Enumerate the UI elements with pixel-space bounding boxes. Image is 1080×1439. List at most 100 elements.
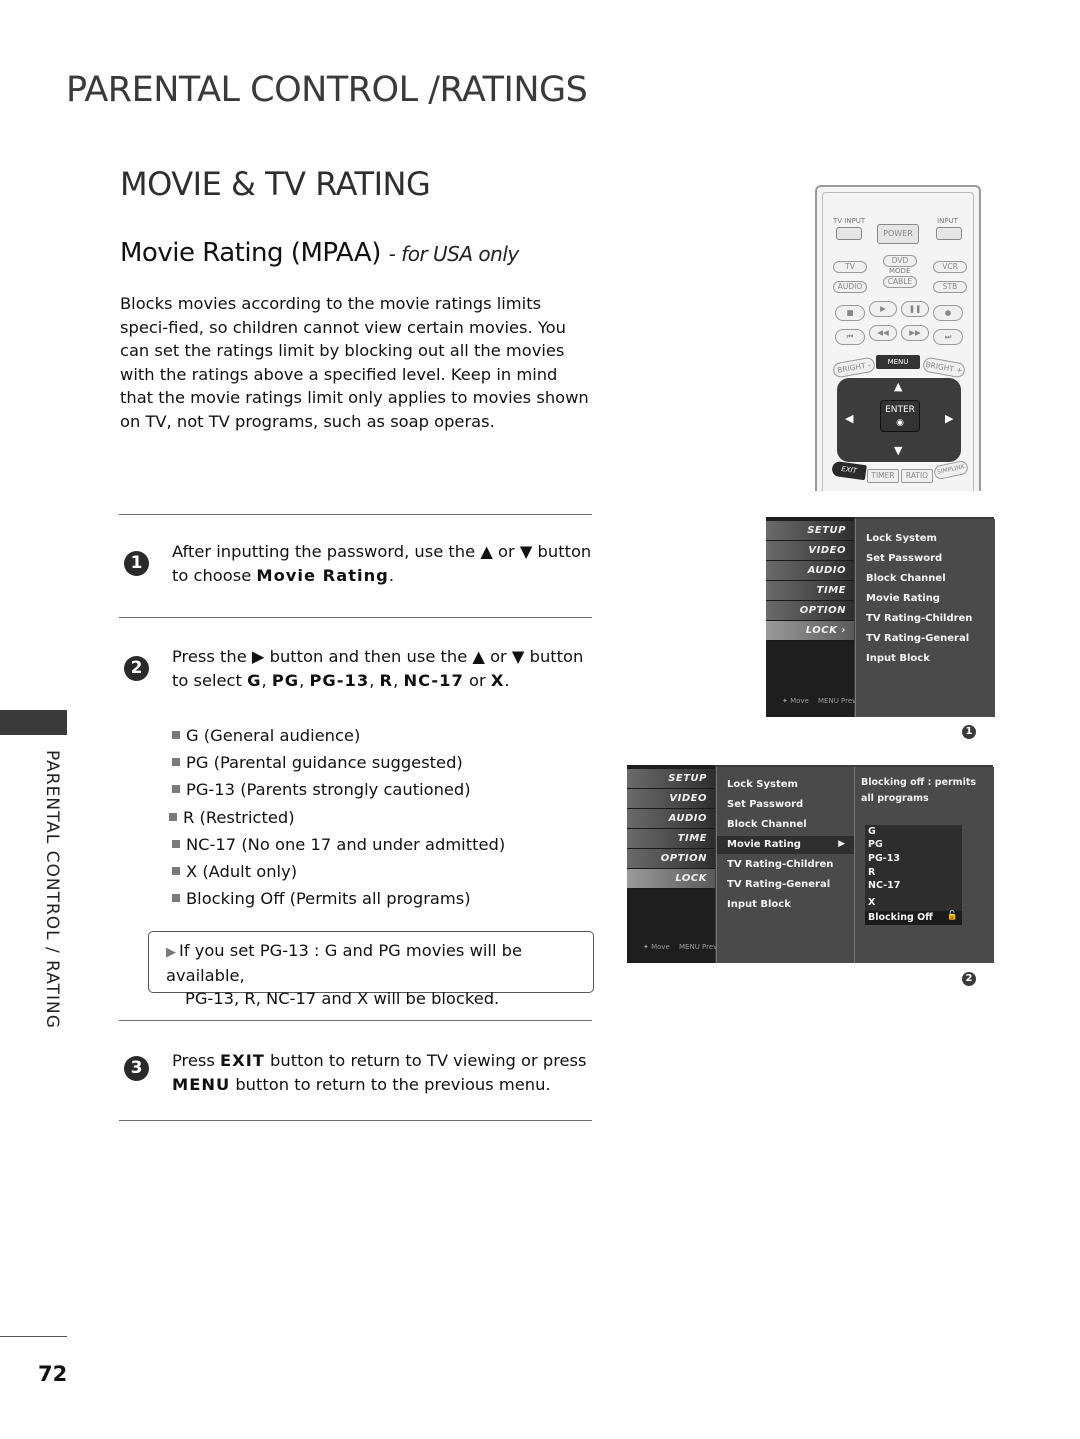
category-video[interactable]: VIDEO bbox=[766, 541, 854, 561]
category-audio[interactable]: AUDIO bbox=[627, 809, 715, 829]
dvd-mode-button[interactable]: DVD bbox=[883, 255, 917, 267]
rating-option-g[interactable]: G bbox=[868, 826, 876, 837]
rating-term: NC-17 bbox=[403, 670, 464, 690]
tv-input-button[interactable] bbox=[836, 227, 862, 240]
menu-item-lock-system[interactable]: Lock System bbox=[727, 779, 798, 790]
category-setup[interactable]: SETUP bbox=[766, 521, 854, 541]
menu-item-set-password[interactable]: Set Password bbox=[727, 799, 803, 810]
right-arrow-icon[interactable]: ▶ bbox=[945, 412, 953, 425]
down-arrow-icon[interactable]: ▼ bbox=[894, 444, 902, 457]
bullet-icon bbox=[172, 894, 180, 903]
exit-term: EXIT bbox=[220, 1051, 265, 1070]
play-arrow-icon: ▶ bbox=[166, 945, 176, 960]
step-3-badge: 3 bbox=[124, 1056, 149, 1081]
rating-option-blocking-off-selected[interactable]: Blocking Off 🔓 bbox=[865, 911, 962, 925]
menu-item-tv-rating-children[interactable]: TV Rating-Children bbox=[866, 613, 972, 624]
ratio-button[interactable]: RATIO bbox=[901, 469, 933, 483]
rating-option-r[interactable]: R bbox=[868, 867, 875, 878]
note-box: ▶ If you set PG-13 : G and PG movies will… bbox=[148, 931, 594, 1008]
stb-mode-button[interactable]: STB bbox=[933, 281, 967, 293]
step-1-badge: 1 bbox=[124, 551, 149, 576]
bullet-icon bbox=[172, 758, 180, 767]
audio-mode-button[interactable]: AUDIO bbox=[833, 281, 867, 293]
menu-button[interactable]: MENU bbox=[876, 355, 920, 369]
fast-forward-button[interactable]: ▶▶ bbox=[901, 325, 929, 341]
osd-category-panel: SETUP VIDEO AUDIO TIME OPTION LOCK ✦ Mov… bbox=[627, 765, 717, 963]
osd-lock-menu: Lock System Set Password Block Channel M… bbox=[855, 519, 995, 717]
menu-item-movie-rating-selected[interactable]: Movie Rating ▶ bbox=[717, 836, 855, 854]
tv-mode-button[interactable]: TV bbox=[833, 261, 867, 273]
category-setup[interactable]: SETUP bbox=[627, 769, 715, 789]
text: Press bbox=[172, 1051, 221, 1070]
rating-option-nc17[interactable]: NC-17 bbox=[868, 880, 900, 891]
note-line-1: ▶ If you set PG-13 : G and PG movies will… bbox=[166, 939, 591, 987]
menu-item-movie-rating[interactable]: Movie Rating bbox=[866, 593, 940, 604]
category-lock[interactable]: LOCK bbox=[627, 869, 715, 889]
menu-item-movie-rating: Movie Rating bbox=[727, 839, 801, 850]
category-lock[interactable]: LOCK › bbox=[766, 621, 854, 641]
text: button to return to the previous menu. bbox=[230, 1074, 551, 1094]
rating-text: R (Restricted) bbox=[183, 807, 295, 827]
footer-move-hint: ✦ Move bbox=[782, 697, 809, 705]
stop-button[interactable]: ■ bbox=[835, 305, 865, 321]
rating-options-list: G PG PG-13 R NC-17 X Blocking Off 🔓 bbox=[865, 825, 962, 925]
rating-text: Blocking Off (Permits all programs) bbox=[186, 889, 471, 909]
category-time[interactable]: TIME bbox=[766, 581, 854, 601]
list-item: PG-13 (Parents strongly cautioned) bbox=[172, 776, 505, 803]
rating-option-x[interactable]: X bbox=[868, 897, 875, 908]
menu-item-block-channel[interactable]: Block Channel bbox=[727, 819, 807, 830]
menu-item-input-block[interactable]: Input Block bbox=[866, 653, 930, 664]
category-option[interactable]: OPTION bbox=[766, 601, 854, 621]
rewind-button[interactable]: ◀◀ bbox=[869, 325, 897, 341]
category-option[interactable]: OPTION bbox=[627, 849, 715, 869]
footer-prev-hint: MENU Prev bbox=[818, 697, 857, 705]
enter-button[interactable]: ENTER ◉ bbox=[880, 400, 920, 432]
list-item: NC-17 (No one 17 and under admitted) bbox=[172, 831, 505, 858]
skip-forward-button[interactable]: ⏭ bbox=[933, 329, 963, 345]
divider bbox=[119, 1020, 592, 1021]
menu-item-tv-rating-children[interactable]: TV Rating-Children bbox=[727, 859, 833, 870]
text: . bbox=[504, 670, 510, 690]
cable-mode-button[interactable]: CABLE bbox=[883, 276, 917, 288]
pause-button[interactable]: ❚❚ bbox=[901, 301, 929, 317]
up-arrow-icon[interactable]: ▲ bbox=[894, 380, 902, 393]
menu-item-input-block[interactable]: Input Block bbox=[727, 899, 791, 910]
menu-item-tv-rating-general[interactable]: TV Rating-General bbox=[866, 633, 969, 644]
navigation-pad: ▲ ▼ ◀ ▶ ENTER ◉ bbox=[837, 378, 961, 462]
category-time[interactable]: TIME bbox=[627, 829, 715, 849]
input-button[interactable] bbox=[936, 227, 962, 240]
figure-2-badge: 2 bbox=[962, 972, 976, 986]
play-button[interactable]: ▶ bbox=[869, 301, 897, 317]
vcr-mode-button[interactable]: VCR bbox=[933, 261, 967, 273]
step-2-text: Press the ▶ button and then use the ▲ or… bbox=[172, 645, 597, 692]
unlock-icon: 🔓 bbox=[946, 911, 958, 921]
left-arrow-icon[interactable]: ◀ bbox=[845, 412, 853, 425]
menu-item-lock-system[interactable]: Lock System bbox=[866, 533, 937, 544]
bullet-icon bbox=[172, 839, 180, 848]
skip-back-button[interactable]: ⏮ bbox=[835, 329, 865, 345]
menu-item-block-channel[interactable]: Block Channel bbox=[866, 573, 946, 584]
category-video[interactable]: VIDEO bbox=[627, 789, 715, 809]
rating-term: X bbox=[490, 670, 505, 690]
record-button[interactable]: ● bbox=[933, 305, 963, 321]
rating-option-pg[interactable]: PG bbox=[868, 839, 883, 850]
menu-term: MENU bbox=[172, 1074, 231, 1094]
bullet-icon bbox=[172, 731, 180, 739]
text: to choose bbox=[172, 565, 257, 585]
timer-button[interactable]: TIMER bbox=[867, 469, 899, 483]
rating-term: G bbox=[247, 670, 262, 690]
osd-category-panel: SETUP VIDEO AUDIO TIME OPTION LOCK › ✦ M… bbox=[766, 517, 857, 717]
divider bbox=[119, 617, 592, 618]
divider bbox=[119, 1120, 592, 1121]
step-1-text: After inputting the password, use the ▲ … bbox=[172, 540, 597, 587]
power-button[interactable]: POWER bbox=[877, 224, 919, 244]
menu-item-set-password[interactable]: Set Password bbox=[866, 553, 942, 564]
menu-item-tv-rating-general[interactable]: TV Rating-General bbox=[727, 879, 830, 890]
side-section-label: PARENTAL CONTROL / RATING bbox=[42, 750, 62, 1029]
rating-option-pg13[interactable]: PG-13 bbox=[868, 853, 900, 864]
input-label: INPUT bbox=[937, 217, 958, 225]
submenu-arrow-icon: ▶ bbox=[838, 839, 845, 849]
category-audio[interactable]: AUDIO bbox=[766, 561, 854, 581]
text: . bbox=[388, 565, 395, 585]
page-number: 72 bbox=[38, 1362, 68, 1386]
